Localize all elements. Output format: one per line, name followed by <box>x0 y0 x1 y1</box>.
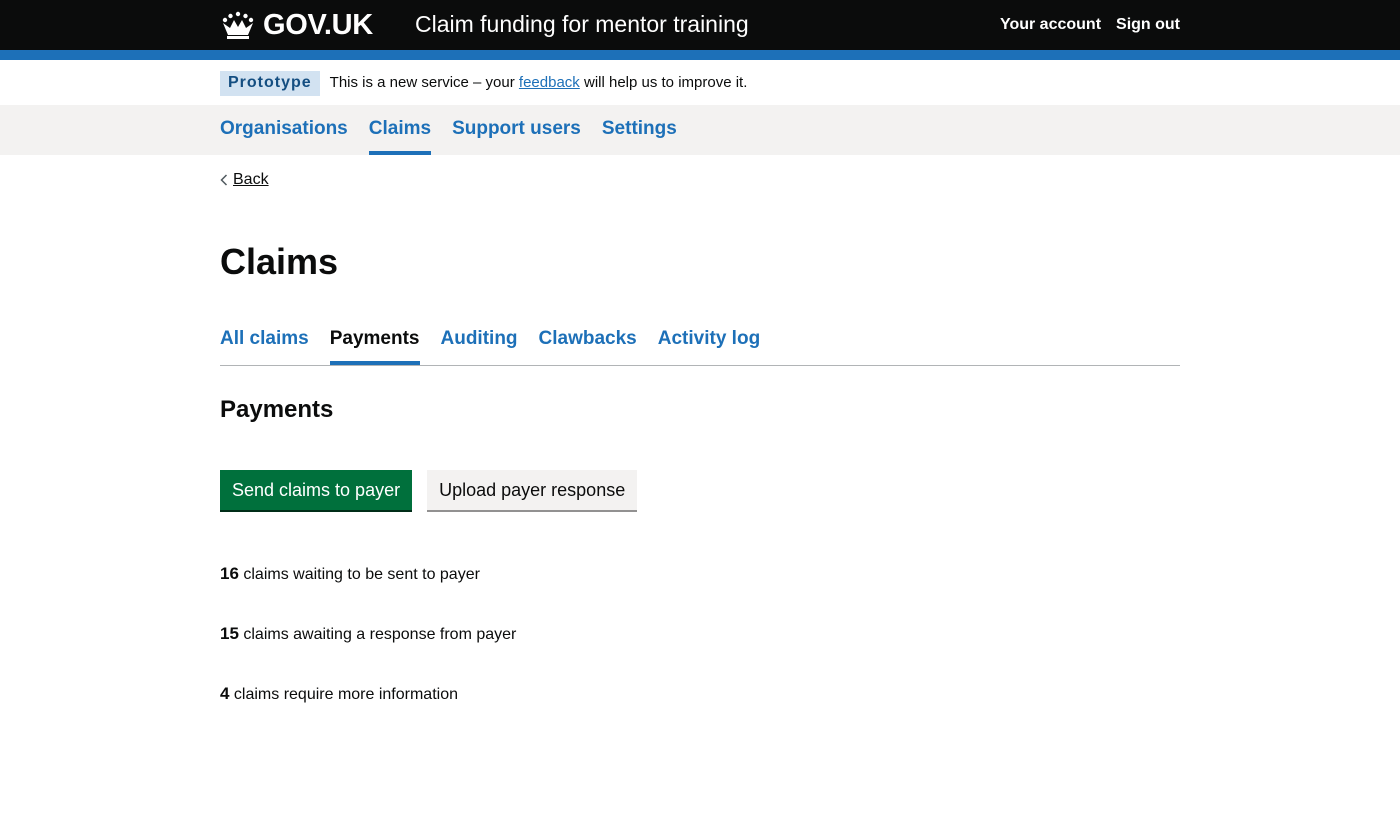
stat-awaiting-response: 15 claims awaiting a response from payer <box>220 624 516 645</box>
section-heading: Payments <box>220 396 334 423</box>
stat-text: claims waiting to be sent to payer <box>238 566 480 583</box>
stat-count: 15 <box>220 624 239 643</box>
tab-link-all-claims[interactable]: All claims <box>220 320 309 351</box>
tab-clawbacks: Clawbacks <box>539 320 637 365</box>
nav-item-organisations: Organisations <box>220 105 348 155</box>
back-link-label: Back <box>233 171 269 188</box>
chevron-left-icon <box>220 174 228 186</box>
page-title: Claims <box>220 241 339 282</box>
stat-count: 16 <box>220 564 239 583</box>
nav-link-organisations[interactable]: Organisations <box>220 105 348 141</box>
tab-payments: Payments <box>329 320 420 365</box>
secondary-navigation: All claims Payments Auditing Clawbacks A… <box>220 320 1180 366</box>
govuk-logo-text: GOV.UK <box>263 9 373 41</box>
nav-link-claims[interactable]: Claims <box>369 105 431 141</box>
tab-all-claims: All claims <box>220 320 309 365</box>
phase-text-after: will help us to improve it. <box>579 74 748 91</box>
service-name-link[interactable]: Claim funding for mentor training <box>415 10 749 38</box>
header-blue-stripe <box>0 50 1400 60</box>
phase-text-before: This is a new service – your <box>329 74 519 91</box>
tab-link-clawbacks[interactable]: Clawbacks <box>539 320 637 351</box>
phase-banner-text: This is a new service – your feedback wi… <box>330 73 748 93</box>
nav-link-support-users[interactable]: Support users <box>452 105 581 141</box>
tab-link-auditing[interactable]: Auditing <box>441 320 518 351</box>
primary-navigation: Organisations Claims Support users Setti… <box>0 105 1400 155</box>
tab-auditing: Auditing <box>441 320 518 365</box>
tab-link-activity-log[interactable]: Activity log <box>658 320 760 351</box>
nav-item-claims: Claims <box>368 105 432 155</box>
your-account-link[interactable]: Your account <box>1000 15 1101 35</box>
nav-link-settings[interactable]: Settings <box>602 105 677 141</box>
tab-activity-log: Activity log <box>658 320 760 365</box>
govuk-logo-link[interactable]: GOV.UK <box>220 9 373 41</box>
send-claims-to-payer-button[interactable]: Send claims to payer <box>220 470 413 510</box>
nav-item-settings: Settings <box>602 105 677 155</box>
stat-require-information: 4 claims require more information <box>220 684 458 705</box>
phase-banner: Prototype This is a new service – your f… <box>220 69 1180 97</box>
stat-text: claims awaiting a response from payer <box>238 626 517 643</box>
tab-link-payments[interactable]: Payments <box>330 320 420 351</box>
sign-out-link[interactable]: Sign out <box>1116 15 1180 35</box>
back-link[interactable]: Back <box>220 170 269 190</box>
button-group: Send claims to payer Upload payer respon… <box>220 470 638 510</box>
feedback-link[interactable]: feedback <box>519 74 580 91</box>
stat-text: claims require more information <box>229 686 458 703</box>
nav-item-support-users: Support users <box>452 105 581 155</box>
upload-payer-response-button[interactable]: Upload payer response <box>427 470 638 510</box>
phase-tag: Prototype <box>220 70 320 96</box>
site-header: GOV.UK Claim funding for mentor training… <box>0 0 1400 50</box>
account-navigation: Your account Sign out <box>1000 15 1180 35</box>
crown-icon <box>222 11 254 39</box>
stat-waiting-to-send: 16 claims waiting to be sent to payer <box>220 564 480 585</box>
